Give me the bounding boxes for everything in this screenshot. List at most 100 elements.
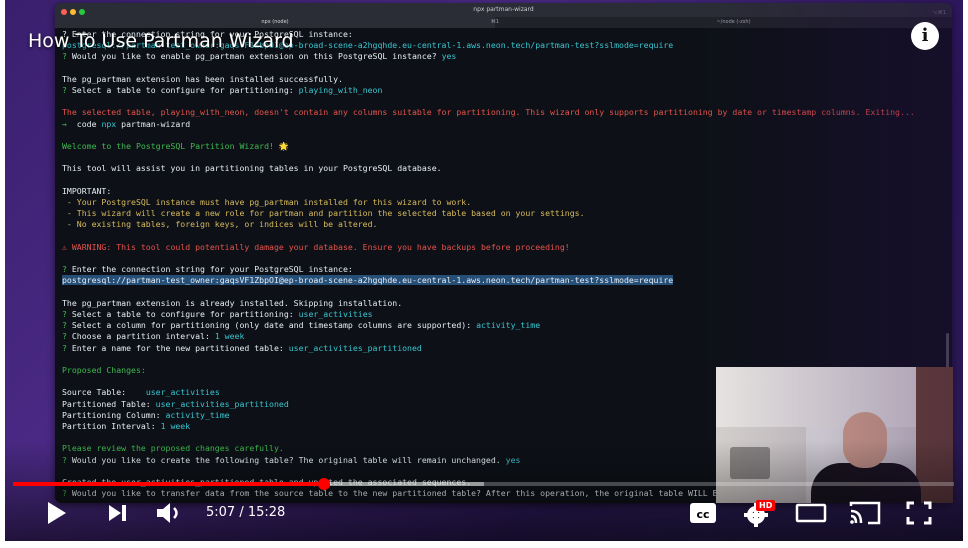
tab-label: ~/node (-zsh): [716, 19, 751, 25]
terminal-line: The selected table, playing_with_neon, d…: [62, 107, 915, 118]
terminal-text: user_activities_partitioned: [288, 342, 422, 353]
terminal-text: The pg_partman extension is already inst…: [62, 297, 403, 308]
tab-label: npx (node): [261, 19, 289, 25]
terminal-text: user_activities: [298, 309, 373, 319]
terminal-text: →: [62, 118, 77, 129]
terminal-text: Partitioned Table:: [62, 398, 156, 409]
terminal-text: ?: [62, 264, 72, 275]
webcam-wall: [716, 367, 953, 427]
video-title[interactable]: How To Use Partman Wizard: [28, 30, 294, 52]
settings-button[interactable]: HD: [742, 497, 778, 529]
terminal-text: activity_time: [476, 320, 541, 331]
terminal-text: The pg_partman extension has been instal…: [62, 73, 343, 84]
terminal-text: ?: [62, 342, 72, 353]
terminal-line: ? Enter a name for the new partitioned t…: [62, 343, 422, 354]
terminal-text: Select a table to configure for partitio…: [71, 309, 299, 319]
terminal-line: - Your PostgreSQL instance must have pg_…: [62, 197, 471, 208]
info-button[interactable]: i: [911, 22, 939, 50]
minimize-window-button[interactable]: [70, 9, 76, 15]
terminal-text: playing_with_neon: [298, 85, 383, 95]
terminal-line: postgresql://partman-test_owner:gaqsVF1Z…: [62, 275, 674, 286]
terminal-text: Enter a name for the new partitioned tab…: [71, 342, 289, 353]
terminal-line: ? Select a table to configure for partit…: [62, 309, 373, 320]
terminal-line: The pg_partman extension is already inst…: [62, 298, 402, 309]
terminal-line: Proposed Changes:: [62, 365, 146, 376]
terminal-text: 1 week: [214, 331, 245, 342]
terminal-output: ? Enter the connection string for your P…: [62, 29, 942, 499]
close-window-button[interactable]: [61, 9, 67, 15]
theater-icon: [795, 503, 827, 523]
terminal-line: ? Choose a partition interval: 1 week: [62, 331, 244, 342]
terminal-text: user_activities: [145, 387, 220, 398]
terminal-line: ? Enter the connection string for your P…: [62, 264, 353, 275]
terminal-window: npx partman-wizard ⌥⌘1 npx (node) ⌘1 ~/n…: [55, 3, 952, 503]
play-button[interactable]: [44, 497, 70, 529]
terminal-text: activity_time: [165, 409, 230, 420]
terminal-text: The selected table, playing_with_neon, d…: [62, 107, 915, 118]
closed-captions-icon: cc: [690, 503, 716, 523]
terminal-text: code: [76, 118, 102, 129]
terminal-text: user_activities_partitioned: [155, 398, 289, 409]
terminal-text: yes: [441, 51, 457, 62]
terminal-title: npx partman-wizard: [473, 6, 534, 13]
tab-npx-node[interactable]: npx (node): [55, 17, 495, 28]
terminal-line: Partition Interval: 1 week: [62, 421, 190, 432]
terminal-titlebar: npx partman-wizard ⌥⌘1: [55, 3, 952, 17]
terminal-line: Source Table: user_activities: [62, 387, 220, 398]
terminal-text: ?: [62, 320, 72, 331]
terminal-text: Partition Interval:: [62, 421, 161, 431]
terminal-text: ?: [62, 331, 72, 342]
terminal-text: Select a column for partitioning (only d…: [71, 320, 477, 331]
terminal-line: ? Select a column for partitioning (only…: [62, 320, 540, 331]
terminal-text: partman-wizard: [116, 118, 191, 129]
terminal-line: IMPORTANT:: [62, 186, 111, 197]
terminal-line: → code npx partman-wizard: [62, 119, 190, 130]
terminal-text: ?: [62, 51, 72, 62]
window-shortcut: ⌥⌘1: [932, 10, 946, 16]
volume-icon: [157, 503, 178, 523]
terminal-text: npx: [101, 118, 117, 129]
terminal-line: This tool will assist you in partitionin…: [62, 163, 442, 174]
terminal-line: Partitioning Column: activity_time: [62, 410, 230, 421]
terminal-scrollbar[interactable]: [946, 333, 949, 373]
terminal-text: - No existing tables, foreign keys, or i…: [62, 219, 378, 230]
tab-zsh[interactable]: ~/node (-zsh): [515, 17, 952, 28]
terminal-text: Would you like to enable pg_partman exte…: [71, 51, 442, 62]
terminal-text: Proposed Changes:: [62, 365, 146, 375]
terminal-text: Choose a partition interval:: [71, 331, 215, 342]
terminal-line: ⚠ WARNING: This tool could potentially d…: [62, 242, 570, 253]
hd-badge: HD: [756, 500, 776, 511]
svg-text:cc: cc: [696, 508, 709, 521]
terminal-text: postgresql://partman-test_owner:gaqsVF1Z…: [62, 275, 674, 286]
mute-button[interactable]: [154, 497, 184, 529]
terminal-text: Source Table:: [62, 387, 146, 398]
terminal-line: Partitioned Table: user_activities_parti…: [62, 399, 289, 410]
terminal-text: ?: [62, 85, 72, 95]
progress-bar[interactable]: [13, 478, 954, 490]
terminal-text: - This wizard will create a new role for…: [62, 208, 585, 219]
terminal-line: Welcome to the PostgreSQL Partition Wiza…: [62, 141, 289, 152]
play-icon: [48, 502, 66, 524]
terminal-tabbar: npx (node) ⌘1 ~/node (-zsh): [55, 17, 952, 28]
terminal-line: The pg_partman extension has been instal…: [62, 74, 343, 85]
tab-label: ⌘1: [490, 19, 500, 25]
fullscreen-icon: [906, 501, 932, 525]
tab-shortcut: ⌘1: [475, 17, 515, 28]
terminal-text: Select a table to configure for partitio…: [71, 85, 299, 95]
terminal-line: - No existing tables, foreign keys, or i…: [62, 219, 378, 230]
skip-next-icon: [109, 505, 126, 521]
next-button[interactable]: [105, 497, 131, 529]
theater-mode-button[interactable]: [795, 497, 827, 529]
terminal-line: ? Would you like to enable pg_partman ex…: [62, 51, 456, 62]
terminal-text: Enter the connection string for your Pos…: [71, 264, 353, 275]
terminal-line: - This wizard will create a new role for…: [62, 208, 585, 219]
cast-button[interactable]: [848, 497, 882, 529]
page-bottom-strip: [0, 541, 968, 548]
fullscreen-button[interactable]: [904, 497, 934, 529]
terminal-line: ? Select a table to configure for partit…: [62, 85, 382, 96]
subtitles-button[interactable]: cc: [688, 497, 718, 529]
terminal-text: 1 week: [160, 421, 191, 431]
zoom-window-button[interactable]: [79, 9, 85, 15]
terminal-text: IMPORTANT:: [62, 185, 112, 196]
time-display: 5:07 / 15:28: [206, 505, 286, 520]
